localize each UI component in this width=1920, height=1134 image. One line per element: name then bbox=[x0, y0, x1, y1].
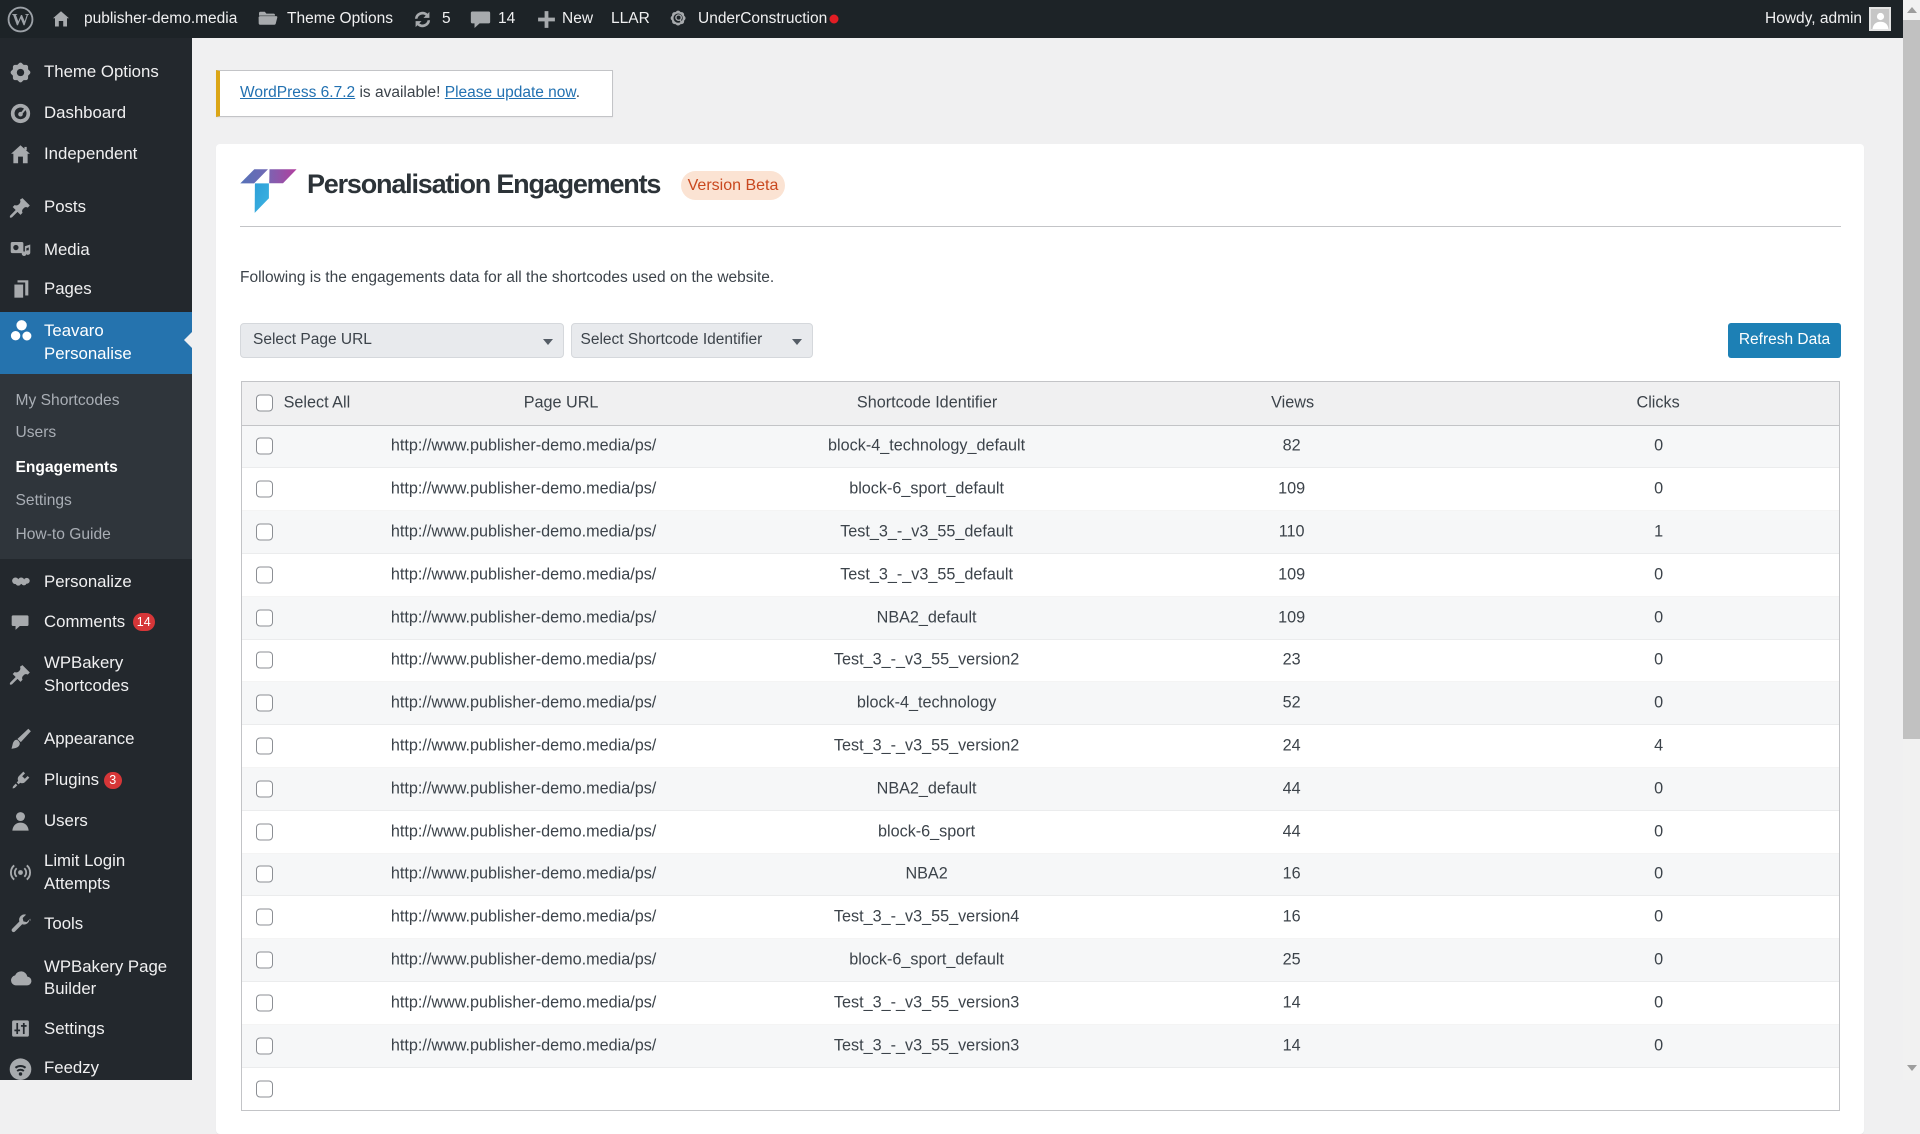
svg-text:W: W bbox=[12, 9, 30, 28]
